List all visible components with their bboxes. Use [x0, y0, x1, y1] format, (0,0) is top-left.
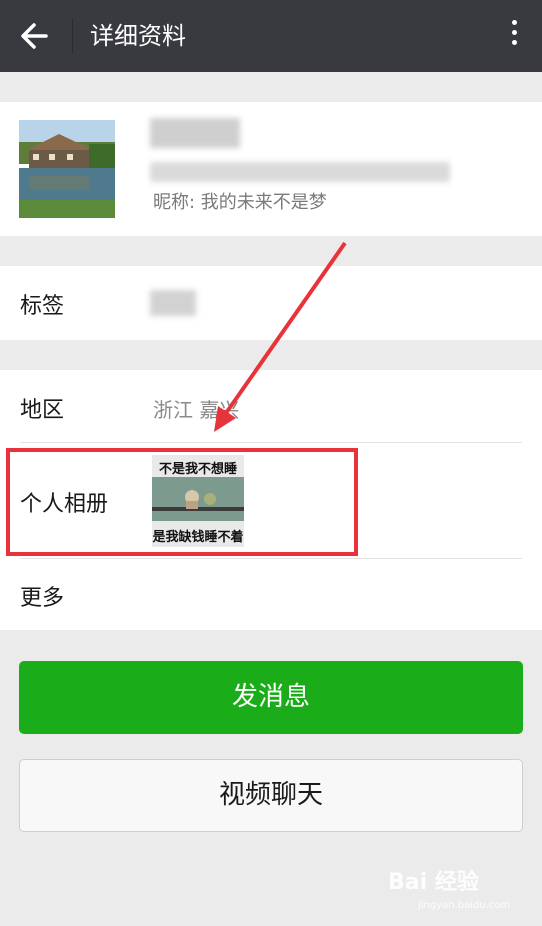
more-label: 更多	[20, 586, 65, 611]
send-message-button[interactable]: 发消息	[19, 661, 523, 734]
arrow-left-icon	[21, 23, 48, 49]
page-title: 详细资料	[90, 22, 186, 50]
video-chat-button[interactable]: 视频聊天	[19, 759, 523, 832]
topbar-divider	[72, 18, 73, 54]
row-divider	[20, 558, 522, 559]
tag-card[interactable]	[0, 266, 542, 340]
more-options-button[interactable]	[506, 16, 522, 56]
avatar-image	[19, 120, 115, 218]
vertical-dots-icon	[506, 20, 522, 45]
account-blurred	[150, 162, 450, 182]
region-label: 地区	[20, 398, 65, 423]
region-value: 浙江 嘉兴	[153, 398, 240, 422]
row-divider	[20, 442, 522, 443]
tag-label: 标签	[20, 294, 65, 319]
watermark-subtext: jingyan.baidu.com	[418, 900, 511, 911]
tag-value-blurred	[150, 290, 196, 316]
highlight-box	[6, 448, 358, 556]
avatar[interactable]	[19, 120, 115, 218]
name-blurred	[150, 118, 240, 148]
top-bar: 详细资料	[0, 0, 542, 72]
watermark-text: Bai 经验	[388, 870, 479, 895]
nickname-text: 昵称: 我的未来不是梦	[153, 192, 327, 213]
back-button[interactable]	[10, 14, 60, 58]
